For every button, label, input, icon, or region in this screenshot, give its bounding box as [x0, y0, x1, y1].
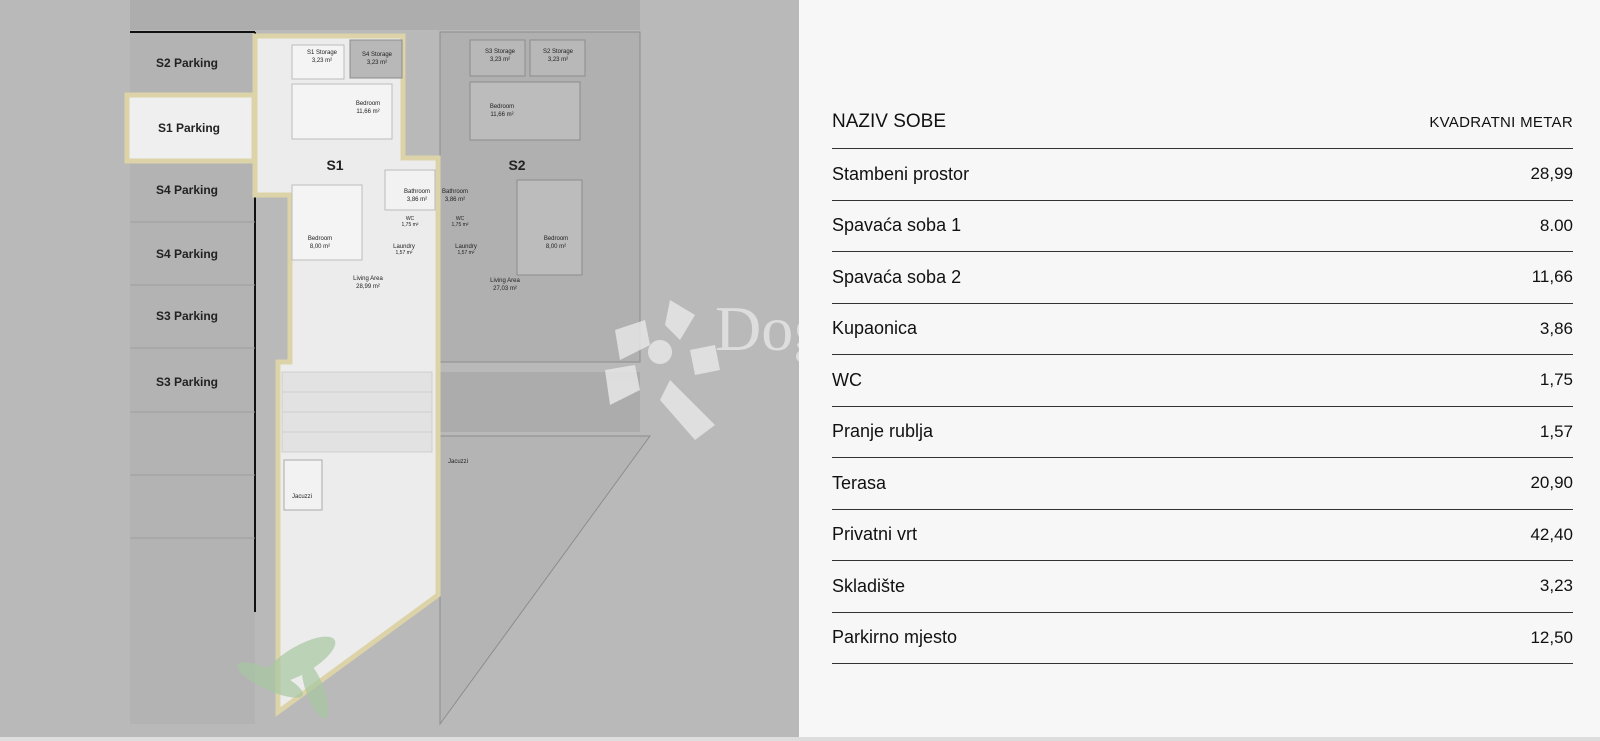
table-row: Skladište 3,23 [832, 561, 1573, 613]
row-value: 42,40 [1530, 524, 1573, 544]
room-label: S2 Storage [543, 49, 574, 55]
table-row: Terasa 20,90 [832, 458, 1573, 510]
s2-bedroom-2 [516, 179, 583, 276]
unit-label: S2 [508, 157, 525, 173]
room-label: Bedroom [490, 104, 514, 110]
header-square-meter: KVADRATNI METAR [1429, 113, 1573, 131]
row-value: 3,23 [1539, 576, 1573, 596]
row-value: 8.00 [1539, 215, 1573, 235]
parking-label: S3 Parking [156, 309, 218, 323]
s2-terrace [440, 372, 640, 432]
bottom-divider [0, 737, 1600, 741]
table-header: NAZIV SOBE KVADRATNI METAR [832, 96, 1573, 149]
table-row: Kupaonica 3,86 [832, 304, 1573, 355]
table-row: Pranje rublja 1,57 [832, 407, 1573, 458]
room-area: 3,23 m² [312, 58, 332, 64]
parking-label: S2 Parking [156, 56, 218, 70]
parking-label: S4 Parking [156, 183, 218, 197]
row-value: 20,90 [1530, 473, 1573, 493]
row-name: Skladište [832, 575, 906, 596]
room-area: 28,99 m² [356, 284, 380, 290]
room-label: Bathroom [442, 189, 468, 195]
unit-label: S1 [326, 157, 343, 173]
room-area: 1,57 m² [458, 250, 475, 256]
s2-garden [439, 435, 651, 726]
room-label: Bathroom [404, 189, 430, 195]
parking-label: S1 Parking [158, 121, 220, 135]
room-area: 3,86 m² [407, 197, 427, 203]
s2-bedroom-1 [469, 81, 581, 141]
s1-jacuzzi [283, 459, 323, 511]
s4-storage-box [349, 39, 403, 79]
room-area: 1,75 m² [452, 222, 469, 228]
room-label: S1 Storage [307, 50, 338, 56]
room-area: 27,03 m² [493, 286, 517, 292]
room-area: 3,23 m² [548, 57, 568, 63]
room-label: S4 Storage [362, 52, 393, 58]
room-area: 11,66 m² [356, 109, 379, 115]
room-label: Living Area [490, 278, 520, 284]
row-value: 12,50 [1530, 627, 1573, 647]
table-row: Privatni vrt 42,40 [832, 510, 1573, 561]
table-row: Spavaća soba 1 8.00 [832, 201, 1573, 252]
row-name: Kupaonica [832, 318, 918, 339]
floorplan-drawing: S2 Parking S1 Parking S4 Parking S4 Park… [124, 0, 651, 726]
row-name: WC [832, 369, 862, 390]
table-row: WC 1,75 [832, 355, 1573, 407]
room-area: 8,00 m² [546, 244, 566, 250]
room-area: 11,66 m² [490, 112, 513, 118]
room-area: 1,75 m² [402, 222, 419, 228]
room-area: 1,57 m² [396, 250, 413, 256]
row-value: 3,86 [1539, 318, 1573, 338]
room-label: Jacuzzi [448, 459, 468, 465]
room-area: 3,86 m² [445, 197, 465, 203]
header-room-name: NAZIV SOBE [832, 111, 947, 132]
room-area-table: NAZIV SOBE KVADRATNI METAR Stambeni pros… [832, 96, 1573, 664]
row-name: Spavaća soba 2 [832, 266, 962, 287]
room-area: 8,00 m² [310, 244, 330, 250]
row-value: 11,66 [1531, 267, 1573, 287]
room-label: Bedroom [308, 236, 332, 242]
room-label: Jacuzzi [292, 494, 312, 500]
row-value: 28,99 [1530, 164, 1573, 184]
table-row: Stambeni prostor 28,99 [832, 149, 1573, 201]
room-label: Bedroom [544, 236, 568, 242]
room-area: 3,23 m² [367, 60, 387, 66]
row-value: 1,57 [1539, 421, 1573, 441]
table-row: Parkirno mjesto 12,50 [832, 613, 1573, 664]
parking-label: S4 Parking [156, 247, 218, 261]
floorplan-panel: S2 Parking S1 Parking S4 Parking S4 Park… [0, 0, 799, 741]
row-name: Privatni vrt [832, 524, 918, 545]
room-label: Bedroom [356, 101, 380, 107]
room-area: 3,23 m² [490, 57, 510, 63]
top-wall-band [130, 0, 640, 30]
room-table-panel: NAZIV SOBE KVADRATNI METAR Stambeni pros… [799, 0, 1600, 741]
parking-label: S3 Parking [156, 375, 218, 389]
row-value: 1,75 [1539, 370, 1573, 390]
table-row: Spavaća soba 2 11,66 [832, 252, 1573, 304]
row-name: Terasa [832, 472, 887, 493]
row-name: Spavaća soba 1 [832, 215, 962, 236]
row-name: Parkirno mjesto [832, 627, 958, 648]
row-name: Pranje rublja [832, 421, 934, 442]
row-name: Stambeni prostor [832, 163, 970, 184]
room-label: S3 Storage [485, 49, 516, 55]
room-label: Living Area [353, 276, 383, 282]
